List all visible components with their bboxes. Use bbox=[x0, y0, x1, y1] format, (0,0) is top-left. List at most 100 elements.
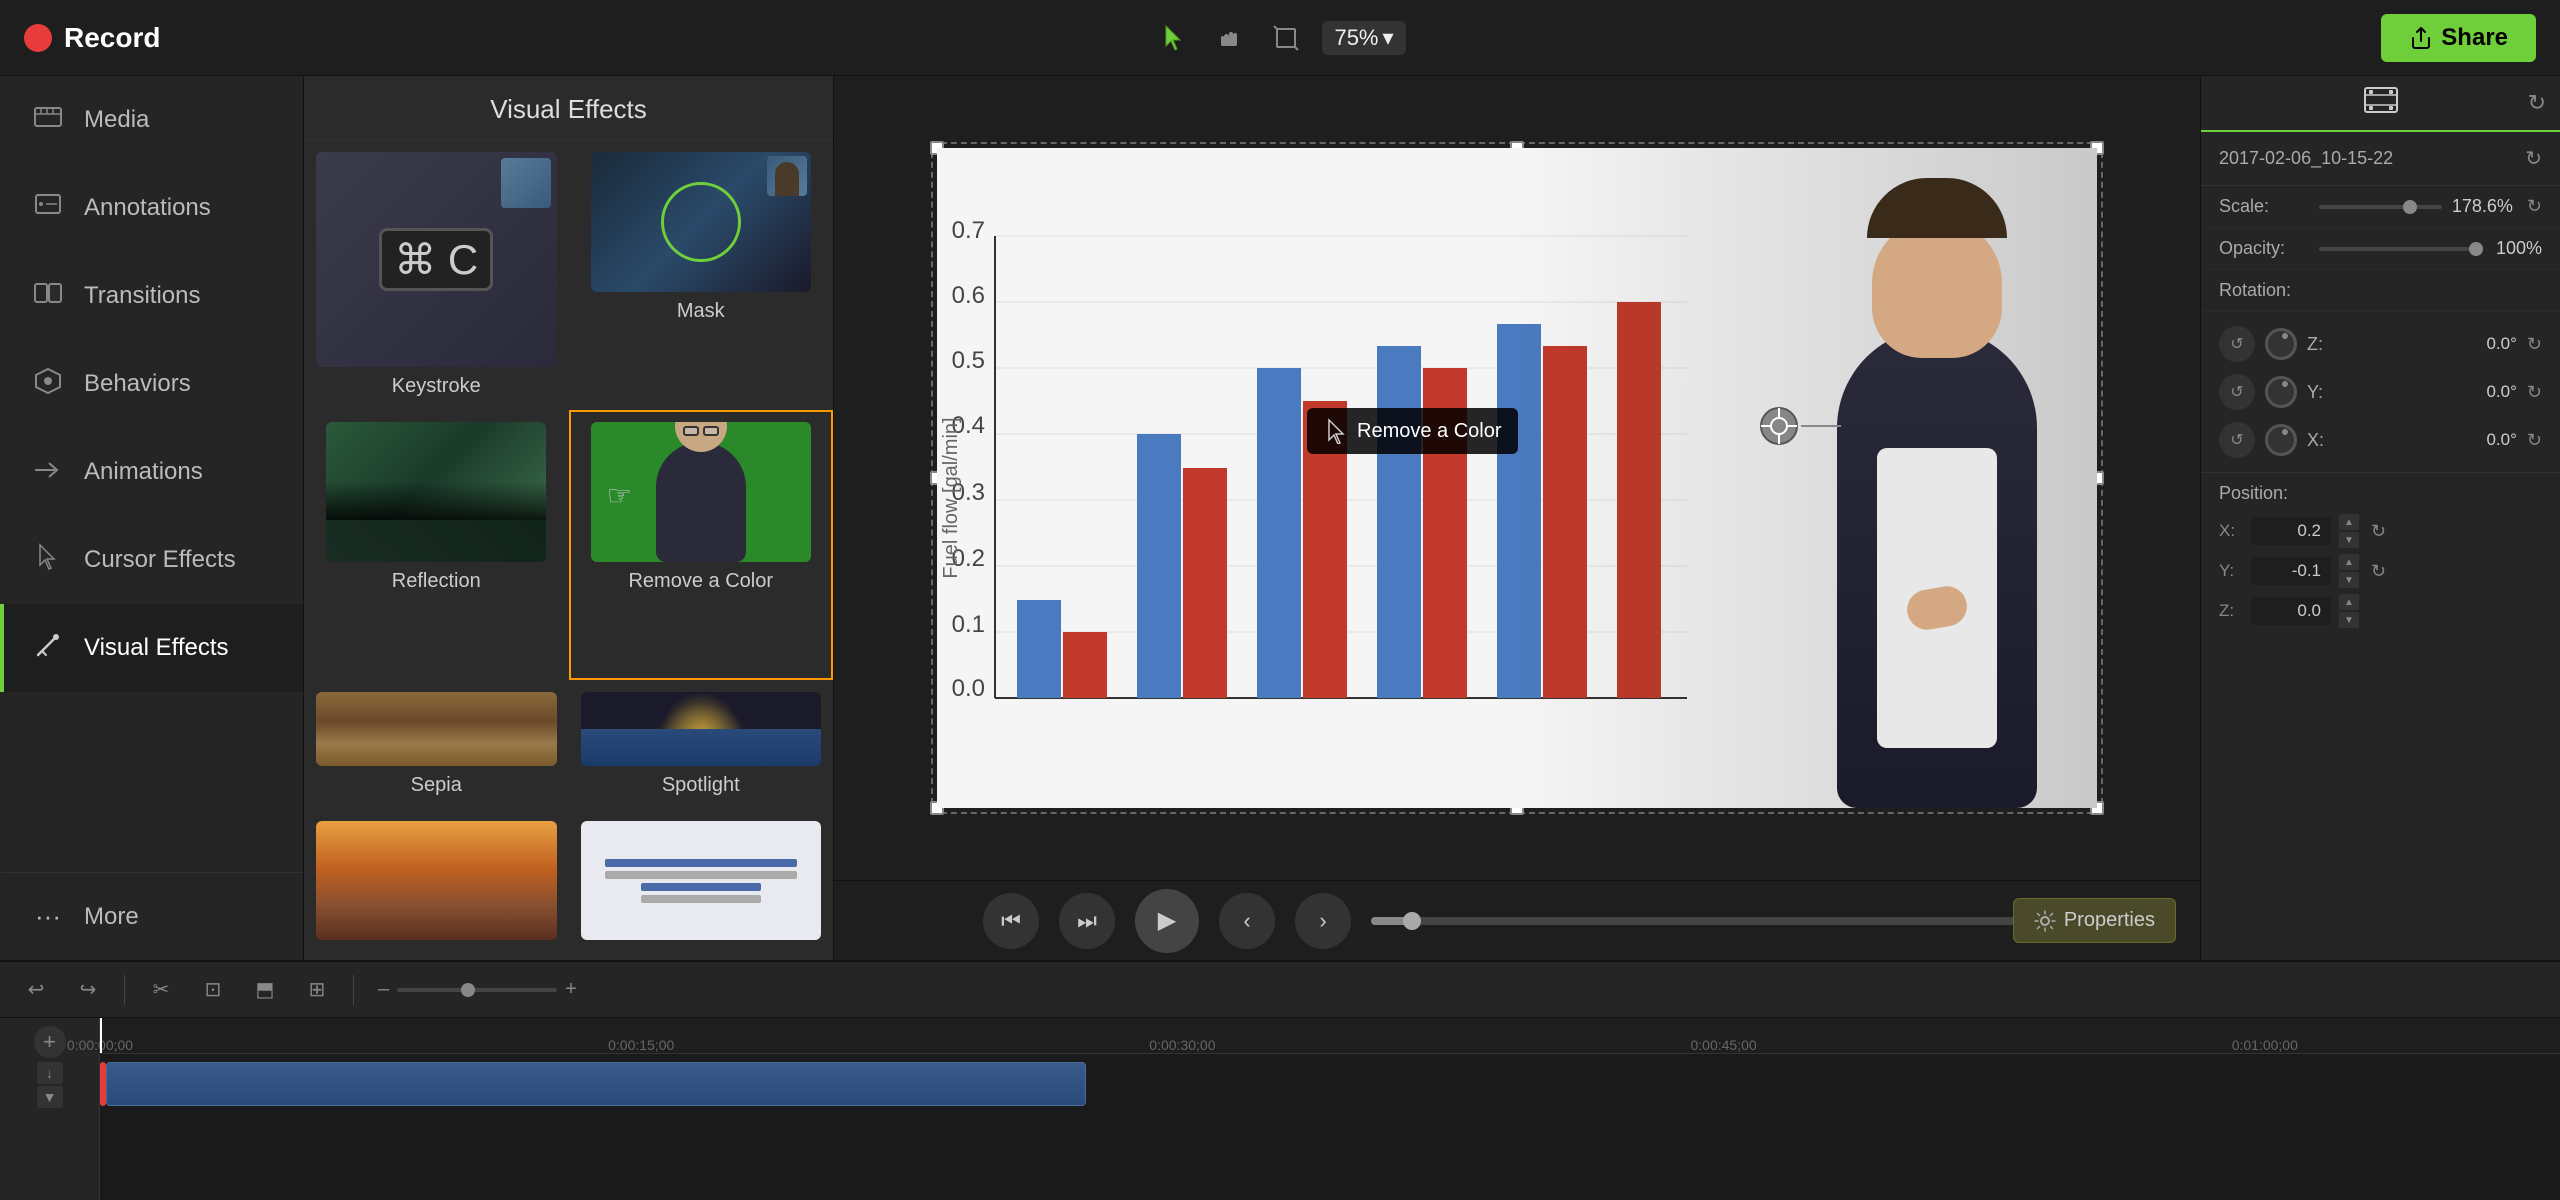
effects-panel: Visual Effects ⌘ C Keystroke bbox=[304, 76, 834, 960]
undo-button[interactable]: ↩ bbox=[16, 970, 56, 1010]
effect-mask[interactable]: Mask bbox=[569, 140, 834, 410]
play-button[interactable]: ▶ bbox=[1135, 889, 1199, 953]
zoom-out-icon[interactable]: – bbox=[378, 978, 389, 1001]
presenter-overlay bbox=[1517, 148, 2097, 808]
sidebar-label-visual-effects: Visual Effects bbox=[84, 634, 229, 662]
sidebar-item-behaviors[interactable]: Behaviors bbox=[0, 340, 303, 428]
copy-button[interactable]: ⊡ bbox=[193, 970, 233, 1010]
pos-z-up[interactable]: ▲ bbox=[2339, 594, 2359, 610]
pos-y-up[interactable]: ▲ bbox=[2339, 554, 2359, 570]
step-forward-button[interactable]: ⏭ bbox=[1059, 893, 1115, 949]
zoom-dropdown-icon: ▾ bbox=[1383, 25, 1394, 51]
effect-sepia[interactable]: Sepia bbox=[304, 680, 569, 810]
z-rotation-circle[interactable] bbox=[2265, 328, 2297, 360]
reflection-label: Reflection bbox=[392, 570, 481, 593]
svg-text:0.7: 0.7 bbox=[952, 217, 985, 244]
right-panel-header: ↻ bbox=[2201, 76, 2560, 132]
progress-bar[interactable] bbox=[1371, 917, 2051, 925]
mask-label: Mask bbox=[677, 300, 725, 323]
scale-reset-icon[interactable]: ↻ bbox=[2527, 196, 2542, 217]
pos-y-reset[interactable]: ↻ bbox=[2371, 561, 2386, 582]
pos-x-down[interactable]: ▼ bbox=[2339, 532, 2359, 548]
redo-button[interactable]: ↪ bbox=[68, 970, 108, 1010]
timeline-tracks: + ↓ ▼ 0:00:00;00 0:00:15;00 0:00:30;00 bbox=[0, 1018, 2560, 1200]
add-track-button[interactable]: + bbox=[34, 1026, 66, 1058]
media-icon bbox=[32, 102, 64, 139]
split-button[interactable]: ⊞ bbox=[297, 970, 337, 1010]
x-rotation-circle[interactable] bbox=[2265, 424, 2297, 456]
sidebar-item-annotations[interactable]: Annotations bbox=[0, 164, 303, 252]
x-rotation-row: ↺ X: 0.0° ↻ bbox=[2219, 416, 2542, 464]
properties-label: Properties bbox=[2064, 909, 2155, 932]
main-clip[interactable] bbox=[106, 1062, 1086, 1106]
track-content bbox=[100, 1054, 2560, 1200]
filename: 2017-02-06_10-15-22 bbox=[2219, 148, 2393, 169]
effect-presentation[interactable] bbox=[569, 809, 834, 960]
track-mini-1[interactable]: ↓ bbox=[37, 1062, 63, 1084]
position-section: Position: X: 0.2 ▲ ▼ ↻ Y: -0.1 ▲ ▼ bbox=[2201, 473, 2560, 644]
sidebar-label-annotations: Annotations bbox=[84, 194, 211, 222]
x-reset-icon[interactable]: ↻ bbox=[2527, 430, 2542, 451]
sidebar-item-animations[interactable]: Animations bbox=[0, 428, 303, 516]
effect-keystroke[interactable]: ⌘ C Keystroke bbox=[304, 140, 569, 410]
pos-y-down[interactable]: ▼ bbox=[2339, 572, 2359, 588]
pos-y-axis: Y: bbox=[2219, 561, 2243, 581]
y-axis-label: Y: bbox=[2307, 382, 2367, 403]
opacity-thumb[interactable] bbox=[2469, 242, 2483, 256]
zoom-track[interactable] bbox=[397, 988, 557, 992]
panel-refresh-icon[interactable]: ↻ bbox=[2528, 90, 2546, 116]
effects-grid: ⌘ C Keystroke M bbox=[304, 140, 833, 960]
pointer-tool[interactable] bbox=[1154, 18, 1194, 58]
rewind-button[interactable]: ⏮ bbox=[983, 893, 1039, 949]
opacity-row: Opacity: 100% bbox=[2201, 228, 2560, 270]
x-rotation-value: 0.0° bbox=[2377, 430, 2517, 450]
cut-button[interactable]: ✂ bbox=[141, 970, 181, 1010]
z-rotation-row: ↺ Z: 0.0° ↻ bbox=[2219, 320, 2542, 368]
svg-text:0.5: 0.5 bbox=[952, 347, 985, 374]
playhead[interactable] bbox=[100, 1018, 102, 1053]
crosshair-marker bbox=[1757, 404, 1801, 453]
hand-tool[interactable] bbox=[1210, 18, 1250, 58]
sidebar-item-visual-effects[interactable]: Visual Effects bbox=[0, 604, 303, 692]
opacity-slider[interactable] bbox=[2319, 247, 2472, 251]
effect-reflection[interactable]: Reflection bbox=[304, 410, 569, 680]
sidebar-item-media[interactable]: Media bbox=[0, 76, 303, 164]
track-mini-2[interactable]: ▼ bbox=[37, 1086, 63, 1108]
y-rotation-circle[interactable] bbox=[2265, 376, 2297, 408]
y-rotate-ccw[interactable]: ↺ bbox=[2219, 374, 2255, 410]
properties-button[interactable]: Properties bbox=[2013, 898, 2176, 943]
effect-landscape[interactable] bbox=[304, 809, 569, 960]
x-rotate-ccw[interactable]: ↺ bbox=[2219, 422, 2255, 458]
y-rotation-row: ↺ Y: 0.0° ↻ bbox=[2219, 368, 2542, 416]
z-rotate-ccw[interactable]: ↺ bbox=[2219, 326, 2255, 362]
pos-z-down[interactable]: ▼ bbox=[2339, 612, 2359, 628]
share-button[interactable]: Share bbox=[2381, 14, 2536, 62]
sidebar-item-cursor-effects[interactable]: Cursor Effects bbox=[0, 516, 303, 604]
effect-remove-color[interactable]: ☞ Remove a Color bbox=[569, 410, 834, 680]
prev-frame-button[interactable]: ‹ bbox=[1219, 893, 1275, 949]
y-reset-icon[interactable]: ↻ bbox=[2527, 382, 2542, 403]
video-canvas[interactable]: 0.7 0.6 0.5 0.4 0.3 0.2 0.1 0.0 Fuel flo… bbox=[937, 148, 2097, 808]
z-reset-icon[interactable]: ↻ bbox=[2527, 334, 2542, 355]
z-rotation-value: 0.0° bbox=[2377, 334, 2517, 354]
zoom-in-icon[interactable]: + bbox=[565, 978, 577, 1001]
crop-tool[interactable] bbox=[1266, 18, 1306, 58]
x-axis-label: X: bbox=[2307, 430, 2367, 451]
pos-y-arrows: ▲ ▼ bbox=[2339, 554, 2359, 588]
scale-slider[interactable] bbox=[2319, 205, 2442, 209]
sidebar-item-transitions[interactable]: Transitions bbox=[0, 252, 303, 340]
zoom-control[interactable]: 75% ▾ bbox=[1322, 21, 1405, 55]
scale-value: 178.6% bbox=[2452, 196, 2513, 217]
scale-label: Scale: bbox=[2219, 196, 2309, 217]
effect-spotlight[interactable]: Spotlight bbox=[569, 680, 834, 810]
pos-x-reset[interactable]: ↻ bbox=[2371, 521, 2386, 542]
paste-button[interactable]: ⬒ bbox=[245, 970, 285, 1010]
progress-thumb[interactable] bbox=[1403, 912, 1421, 930]
pos-x-up[interactable]: ▲ bbox=[2339, 514, 2359, 530]
filename-refresh-icon[interactable]: ↻ bbox=[2525, 146, 2542, 171]
toolbar-divider-1 bbox=[124, 975, 125, 1005]
scale-thumb[interactable] bbox=[2403, 200, 2417, 214]
sidebar-item-more[interactable]: ··· More bbox=[0, 872, 303, 960]
zoom-slider-thumb[interactable] bbox=[461, 983, 475, 997]
next-frame-button[interactable]: › bbox=[1295, 893, 1351, 949]
